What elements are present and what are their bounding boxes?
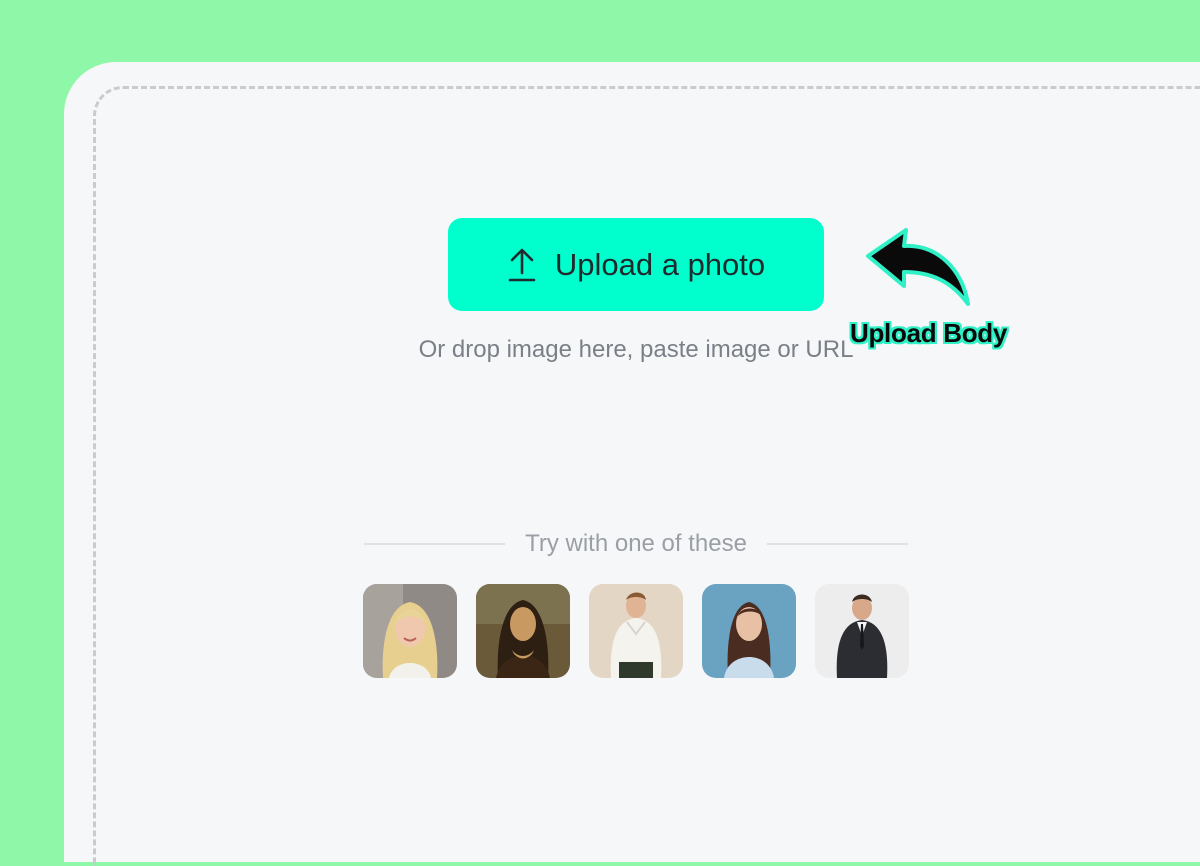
sample-blonde-woman[interactable] — [363, 584, 457, 678]
divider-line-right — [766, 543, 909, 545]
upload-photo-button[interactable]: Upload a photo — [448, 218, 824, 311]
samples-divider: Try with one of these — [364, 528, 909, 560]
sample-man-white-hoodie[interactable] — [589, 584, 683, 678]
sample-woman-blue-background[interactable] — [702, 584, 796, 678]
samples-heading: Try with one of these — [525, 530, 747, 557]
sample-classic-painting-woman[interactable] — [476, 584, 570, 678]
curved-arrow-icon — [858, 226, 978, 314]
upload-button-label: Upload a photo — [554, 246, 766, 282]
sample-images — [363, 584, 909, 678]
sample-man-suit[interactable] — [815, 584, 909, 678]
upload-arrow-icon — [507, 247, 537, 283]
annotation-label: Upload Body — [850, 318, 1008, 348]
divider-line-left — [364, 543, 506, 545]
drop-hint-text: Or drop image here, paste image or URL — [418, 336, 854, 363]
drop-zone[interactable] — [93, 86, 1200, 866]
